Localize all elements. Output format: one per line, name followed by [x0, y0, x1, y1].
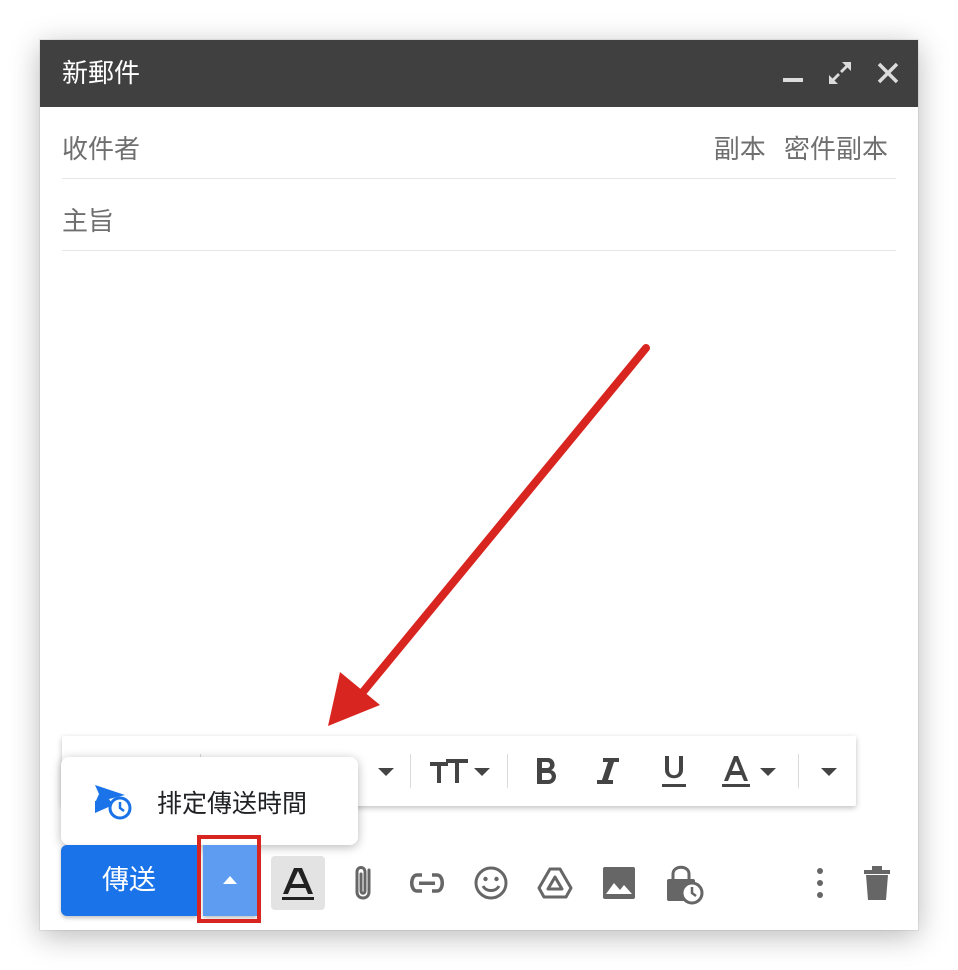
trash-icon[interactable] [850, 856, 904, 910]
send-button[interactable]: 傳送 [61, 845, 197, 916]
more-formatting-icon[interactable] [814, 750, 844, 792]
compose-window: 新郵件 收件者 副本 密件副本 主旨 排定傳送時間 傳送 [40, 40, 918, 930]
attach-icon[interactable] [337, 856, 391, 910]
text-color-icon[interactable] [718, 750, 784, 792]
more-options-icon[interactable] [793, 856, 847, 910]
to-label: 收件者 [62, 135, 141, 165]
close-icon[interactable] [873, 58, 903, 88]
minimize-icon[interactable] [778, 58, 808, 88]
expand-icon[interactable] [825, 58, 855, 88]
toolbar-separator [507, 754, 508, 788]
bold-icon[interactable] [528, 750, 564, 792]
compose-title: 新郵件 [62, 59, 141, 89]
confidential-mode-icon[interactable] [656, 856, 710, 910]
font-size-icon[interactable] [426, 750, 496, 792]
emoji-icon[interactable] [464, 856, 518, 910]
toolbar-separator [798, 754, 799, 788]
bcc-link[interactable]: 密件副本 [784, 135, 888, 165]
schedule-send-label: 排定傳送時間 [157, 789, 308, 818]
schedule-send-icon [95, 785, 132, 820]
formatting-toggle-button[interactable] [271, 856, 325, 910]
italic-icon[interactable] [590, 750, 626, 792]
font-family-dropdown-icon[interactable] [372, 750, 400, 792]
recipients-row[interactable]: 收件者 副本 密件副本 [62, 107, 896, 179]
underline-icon[interactable] [656, 750, 692, 792]
drive-icon[interactable] [528, 856, 582, 910]
cc-bcc-links: 副本 密件副本 [704, 129, 888, 166]
message-body[interactable] [62, 252, 896, 722]
subject-label: 主旨 [62, 207, 115, 237]
formatting-toggle-icon [282, 868, 314, 900]
compose-titlebar: 新郵件 [40, 40, 918, 107]
cc-link[interactable]: 副本 [714, 135, 766, 165]
link-icon[interactable] [400, 856, 454, 910]
subject-row[interactable]: 主旨 [62, 179, 896, 251]
schedule-send-menu-item[interactable]: 排定傳送時間 [61, 757, 358, 845]
toolbar-separator [410, 754, 411, 788]
photo-icon[interactable] [592, 856, 646, 910]
annotation-highlight-box [197, 835, 261, 923]
